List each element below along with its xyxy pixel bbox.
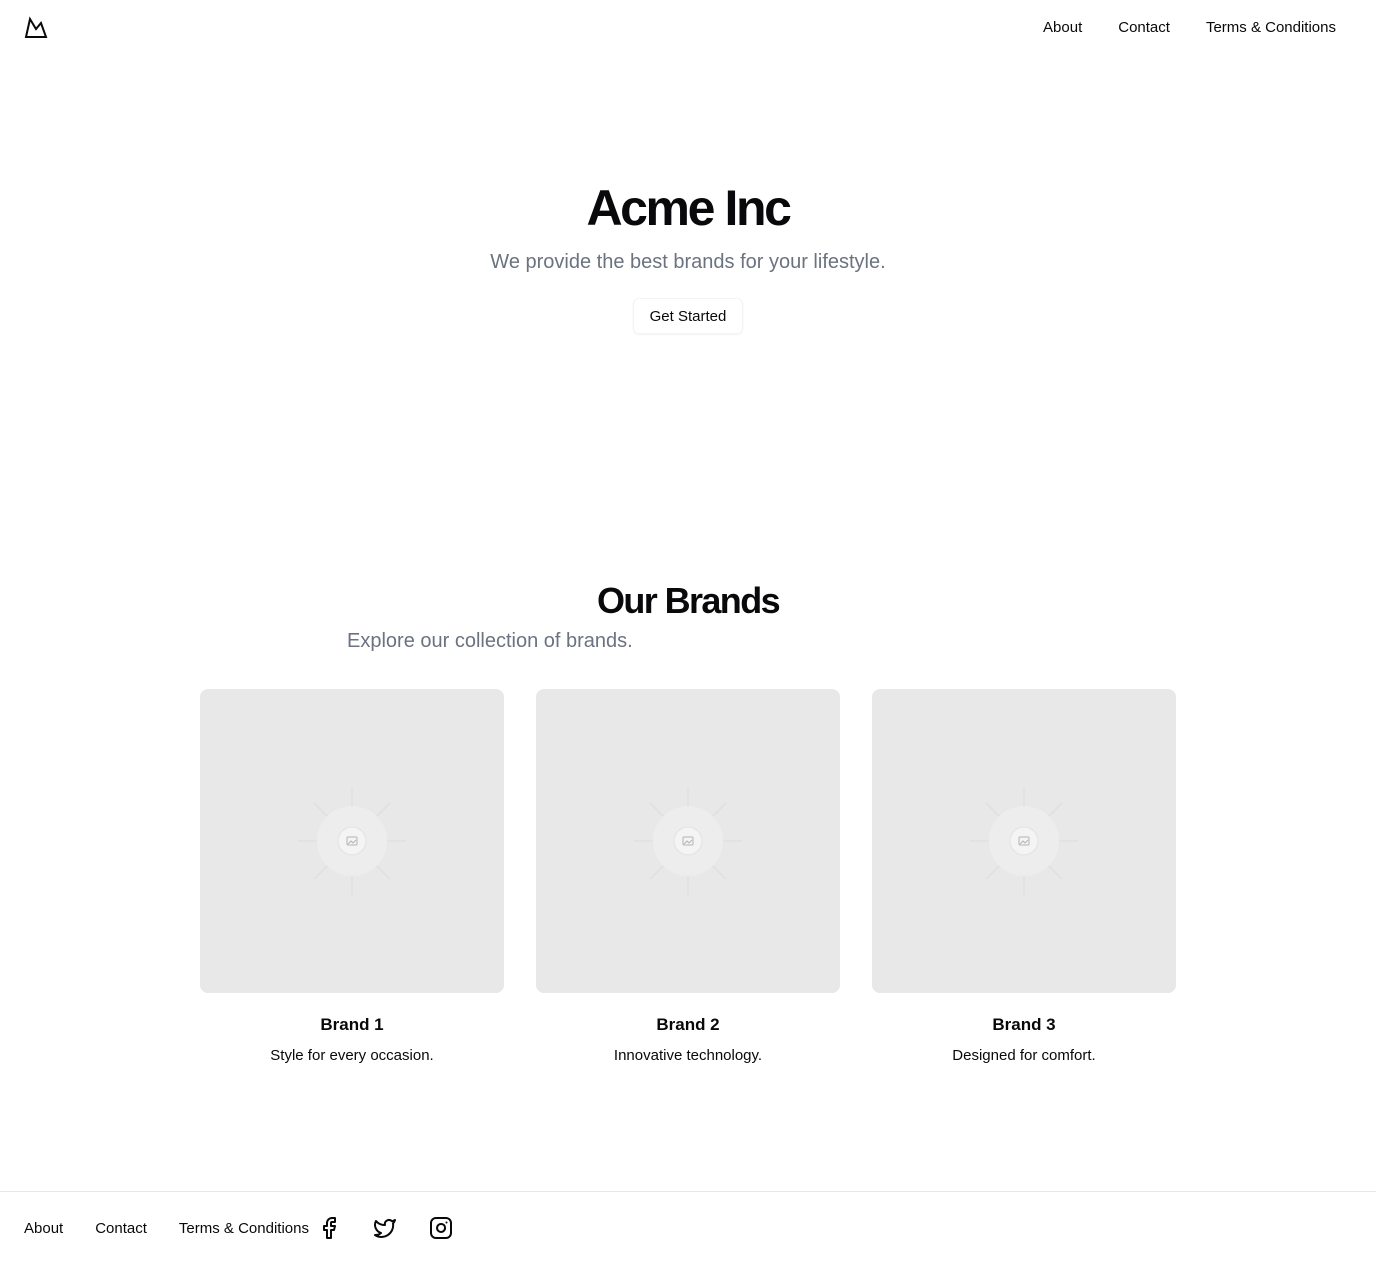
brand-card[interactable]: Brand 2 Innovative technology. <box>536 689 840 1067</box>
brand-name: Brand 1 <box>320 1015 384 1034</box>
brand-card[interactable]: Brand 3 Designed for comfort. <box>872 689 1176 1067</box>
instagram-icon[interactable] <box>429 1216 453 1240</box>
nav-link-contact[interactable]: Contact <box>1118 17 1170 39</box>
site-footer: About Contact Terms & Conditions <box>0 1191 1376 1264</box>
brand-card[interactable]: Brand 1 Style for every occasion. <box>200 689 504 1067</box>
get-started-button[interactable]: Get Started <box>632 298 744 334</box>
site-header: About Contact Terms & Conditions <box>0 0 1376 56</box>
brand-name: Brand 2 <box>656 1015 720 1034</box>
image-placeholder-icon <box>298 787 406 895</box>
footer-link-terms[interactable]: Terms & Conditions <box>179 1218 309 1240</box>
brand-image <box>872 689 1176 993</box>
footer-nav: About Contact Terms & Conditions <box>24 1218 309 1240</box>
brand-image <box>536 689 840 993</box>
brand-description: Designed for comfort. <box>952 1047 1096 1064</box>
brand-description: Style for every occasion. <box>270 1047 434 1064</box>
mountain-icon[interactable] <box>24 16 48 40</box>
nav-link-about[interactable]: About <box>1043 17 1082 39</box>
hero-subtitle: We provide the best brands for your life… <box>490 251 886 273</box>
image-placeholder-icon <box>970 787 1078 895</box>
twitter-icon[interactable] <box>373 1216 397 1240</box>
hero-section: Acme Inc We provide the best brands for … <box>0 176 1376 334</box>
brand-name: Brand 3 <box>992 1015 1056 1034</box>
brand-grid: Brand 1 Style for every occasion. Brand … <box>200 689 1176 1067</box>
footer-link-contact[interactable]: Contact <box>95 1218 147 1240</box>
brand-image <box>200 689 504 993</box>
hero-title: Acme Inc <box>586 180 792 236</box>
nav-link-terms[interactable]: Terms & Conditions <box>1206 17 1336 39</box>
brands-title: Our Brands <box>596 580 781 621</box>
facebook-icon[interactable] <box>317 1216 341 1240</box>
brand-description: Innovative technology. <box>613 1047 763 1064</box>
image-placeholder-icon <box>634 787 742 895</box>
top-nav: About Contact Terms & Conditions <box>1043 17 1336 39</box>
footer-link-about[interactable]: About <box>24 1218 63 1240</box>
brands-subtitle: Explore our collection of brands. <box>347 630 633 652</box>
